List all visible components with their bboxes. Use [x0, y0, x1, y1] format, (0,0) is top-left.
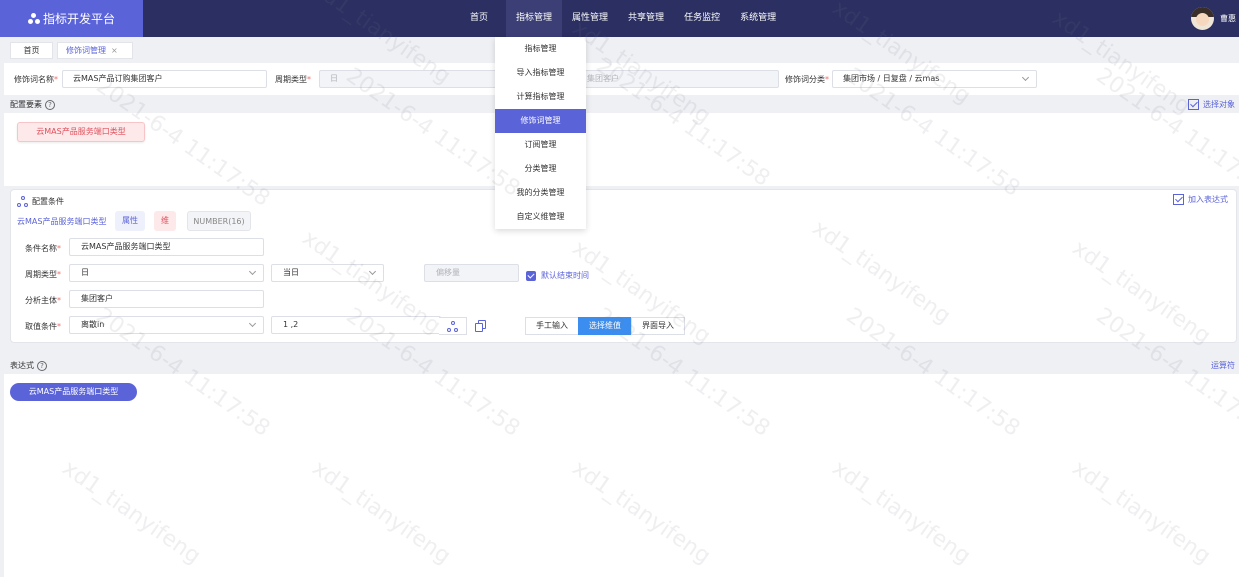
- tab-home[interactable]: 首页: [10, 42, 53, 59]
- manual-input-button[interactable]: 手工输入: [525, 317, 579, 335]
- config-element-panel: 云MAS产品服务端口类型: [4, 113, 1239, 186]
- menu-item-computed-indicator[interactable]: 计算指标管理: [495, 85, 586, 109]
- checkbox-icon: [1173, 194, 1184, 205]
- nav-indicator-management[interactable]: 指标管理: [506, 0, 563, 37]
- chevron-down-icon: [1021, 73, 1030, 82]
- expression-tag[interactable]: 云MAS产品服务端口类型: [10, 383, 137, 401]
- tab-label: 修饰词管理: [66, 46, 106, 55]
- menu-item-modifier-management[interactable]: 修饰词管理: [495, 109, 586, 133]
- dimension-picker-button[interactable]: [439, 317, 467, 335]
- attribute-chip: 属性: [115, 211, 145, 231]
- input-mode-group: 手工输入 选择维值 界面导入: [525, 317, 685, 335]
- subject-label: 分析主体*: [25, 296, 61, 305]
- subject-input[interactable]: 集团客户: [69, 290, 264, 308]
- condition-name-input[interactable]: 云MAS产品服务端口类型: [69, 238, 264, 256]
- nav-home[interactable]: 首页: [460, 0, 498, 37]
- interface-import-button[interactable]: 界面导入: [631, 317, 685, 335]
- app-logo-icon: [27, 12, 40, 25]
- menu-item-my-category[interactable]: 我的分类管理: [495, 181, 586, 205]
- app-title: 指标开发平台: [42, 12, 115, 26]
- period-sub-select[interactable]: 当日: [271, 264, 384, 282]
- close-icon[interactable]: ×: [111, 46, 118, 55]
- period-label: 周期类型*: [25, 270, 61, 279]
- period-type-label: 周期类型*: [275, 75, 311, 84]
- expression-header: 表达式? 运算符: [4, 356, 1239, 374]
- nav-task-monitor[interactable]: 任务监控: [674, 0, 730, 37]
- username[interactable]: 曹惠: [1220, 13, 1236, 24]
- menu-item-import-indicator[interactable]: 导入指标管理: [495, 61, 586, 85]
- operator-button[interactable]: 运算符: [1211, 360, 1235, 371]
- modifier-category-select[interactable]: 集团市场 / 日复盘 / 云mas: [832, 70, 1037, 88]
- select-dimension-value-button[interactable]: 选择维值: [578, 317, 632, 335]
- chevron-down-icon: [248, 267, 257, 276]
- default-end-time-checkbox[interactable]: 默认结束时间: [526, 270, 589, 281]
- config-condition-panel: 配置条件 加入表达式 云MAS产品服务端口类型 属性 维 NUMBER(16) …: [10, 189, 1237, 343]
- select-object-button[interactable]: 选择对象: [1188, 99, 1235, 110]
- chevron-down-icon: [368, 267, 377, 276]
- modifier-name-input[interactable]: 云MAS产品订购集团客户: [62, 70, 267, 88]
- period-select[interactable]: 日: [69, 264, 264, 282]
- field-name: 云MAS产品服务端口类型: [17, 217, 107, 226]
- value-condition-label: 取值条件*: [25, 322, 61, 331]
- condition-name-label: 条件名称*: [25, 244, 61, 253]
- offset-input[interactable]: 偏移量: [424, 264, 519, 282]
- copy-icon[interactable]: [475, 320, 486, 332]
- analysis-subject-input[interactable]: 集团客户: [576, 70, 779, 88]
- tab-modifier-management[interactable]: 修饰词管理 ×: [57, 42, 133, 59]
- add-expression-button[interactable]: 加入表达式: [1173, 194, 1228, 205]
- avatar[interactable]: [1191, 7, 1214, 30]
- help-icon[interactable]: ?: [45, 100, 55, 110]
- modifier-name-label: 修饰词名称*: [14, 75, 58, 84]
- menu-item-indicator-management[interactable]: 指标管理: [495, 37, 586, 61]
- nav-system-management[interactable]: 系统管理: [730, 0, 786, 37]
- indicator-management-dropdown: 指标管理 导入指标管理 计算指标管理 修饰词管理 订阅管理 分类管理 我的分类管…: [495, 37, 586, 229]
- top-navbar: 指标开发平台 首页 指标管理 属性管理 共享管理 任务监控 系统管理 曹惠: [0, 0, 1239, 37]
- data-type-chip: NUMBER(16): [187, 211, 251, 231]
- expression-title: 表达式?: [10, 360, 47, 371]
- menu-item-category[interactable]: 分类管理: [495, 157, 586, 181]
- hierarchy-icon: [17, 196, 28, 207]
- nav-attribute-management[interactable]: 属性管理: [562, 0, 618, 37]
- period-type-input[interactable]: 日: [319, 70, 499, 88]
- nav-share-management[interactable]: 共享管理: [618, 0, 674, 37]
- element-tag[interactable]: 云MAS产品服务端口类型: [17, 122, 145, 142]
- value-input[interactable]: 1 ,2: [271, 316, 441, 334]
- form-header: 修饰词名称* 云MAS产品订购集团客户 周期类型* 日 集团客户 修饰词分类* …: [4, 63, 1239, 95]
- expression-panel: 云MAS产品服务端口类型: [4, 374, 1239, 577]
- config-element-header: 配置要素? 选择对象: [4, 96, 1239, 112]
- dimension-chip: 维: [154, 211, 176, 231]
- menu-item-subscription[interactable]: 订阅管理: [495, 133, 586, 157]
- chevron-down-icon: [248, 319, 257, 328]
- config-condition-title: 配置条件: [17, 196, 64, 207]
- main-nav: 首页 指标管理 属性管理 共享管理 任务监控 系统管理: [460, 0, 786, 37]
- menu-item-custom-dimension[interactable]: 自定义维管理: [495, 205, 586, 229]
- page-tabs: 首页 修饰词管理 ×: [0, 37, 1239, 63]
- config-element-title: 配置要素?: [10, 99, 55, 110]
- app-brand[interactable]: 指标开发平台: [0, 0, 143, 37]
- check-icon: [526, 270, 536, 281]
- help-icon[interactable]: ?: [37, 361, 47, 371]
- select-icon: [1188, 99, 1199, 110]
- hierarchy-icon: [447, 321, 458, 332]
- value-condition-select[interactable]: 离散in: [69, 316, 264, 334]
- modifier-category-label: 修饰词分类*: [785, 75, 829, 84]
